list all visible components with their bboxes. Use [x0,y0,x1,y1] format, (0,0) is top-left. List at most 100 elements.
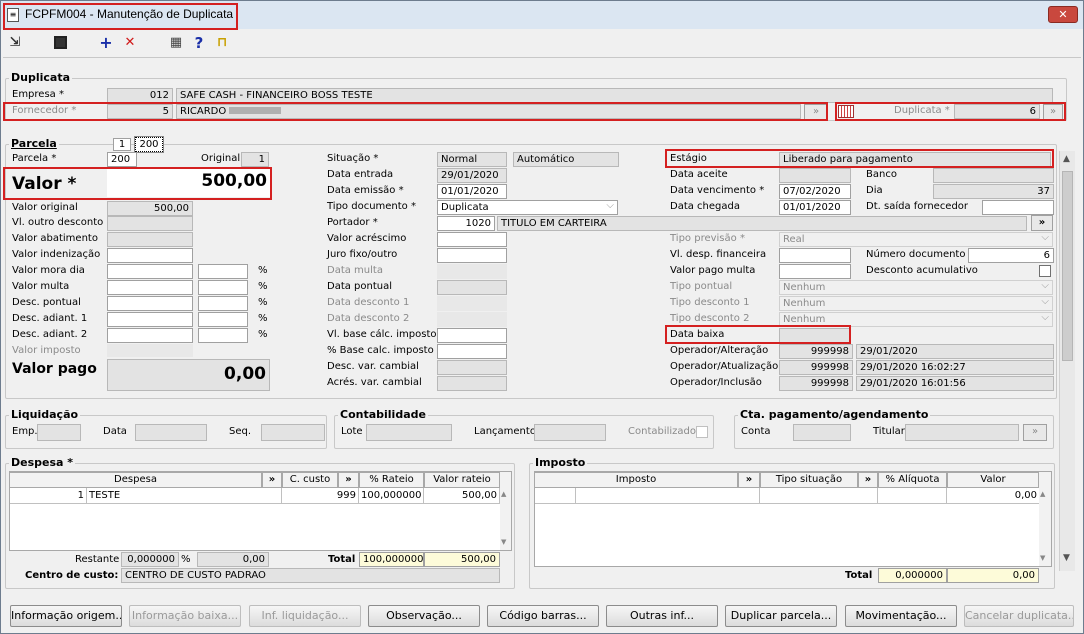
dt-saida-field[interactable] [982,200,1054,215]
inf-liquidacao-button[interactable]: Inf. liquidação... [249,605,361,627]
exit-icon[interactable]: ⇲ [7,35,23,51]
imposto-header-lookup1[interactable]: » [738,472,760,488]
informacao-baixa-button[interactable]: Informação baixa... [129,605,241,627]
imposto-scrollbar[interactable]: ▲ ▼ [1039,472,1051,566]
despesa-header-despesa[interactable]: Despesa [9,472,262,488]
imposto-header-imposto[interactable]: Imposto [534,472,738,488]
parcela-field[interactable]: 200 [107,152,137,167]
titular-lookup-button[interactable]: » [1023,424,1047,441]
duplicata-lookup-button[interactable]: » [1043,104,1063,120]
titular-label: Titular [873,426,905,437]
help-icon[interactable]: ? [191,35,207,51]
empresa-code: 012 [107,88,173,103]
movimentacao-button[interactable]: Movimentação... [845,605,957,627]
valor-mora-dia-field[interactable] [107,264,193,279]
imposto-scroll-up-icon[interactable]: ▲ [1040,490,1045,498]
despesa-header-valor[interactable]: Valor rateio [424,472,500,488]
add-icon[interactable]: + [98,35,114,51]
valor-field[interactable]: 500,00 [107,169,270,197]
imposto-scroll-down-icon[interactable]: ▼ [1040,554,1045,562]
imposto-header-valor[interactable]: Valor [947,472,1039,488]
informacao-origem-button[interactable]: Informação origem... [10,605,122,627]
desc-pontual-field[interactable] [107,296,193,311]
numero-documento-field[interactable]: 6 [968,248,1054,263]
titular-field [905,424,1019,441]
parcela-tab-num[interactable]: 1 [113,138,131,151]
despesa-scrollbar[interactable]: ▲ ▼ [500,472,511,550]
juro-field[interactable] [437,248,507,263]
contabilizado-checkbox[interactable] [696,426,708,438]
despesa-header-lookup1[interactable]: » [262,472,282,488]
situacao-field: Normal [437,152,507,167]
tipo-desconto1-select[interactable]: Nenhum [779,296,1053,311]
parcela-scrollbar[interactable]: ▲ ▼ [1059,151,1075,571]
lancamento-field [534,424,606,441]
data-chegada-field[interactable]: 01/01/2020 [779,200,851,215]
tipo-desconto2-select[interactable]: Nenhum [779,312,1053,327]
valor-acrescimo-field[interactable] [437,232,507,247]
desc-pontual-pct-field[interactable] [198,296,248,311]
data-emissao-field[interactable]: 01/01/2020 [437,184,507,199]
desc-adiant2-pct-field[interactable] [198,328,248,343]
desc-var-label: Desc. var. cambial [327,361,419,372]
valor-pago-label: Valor pago [12,361,97,377]
despesa-header-ccusto[interactable]: C. custo [282,472,338,488]
scroll-thumb[interactable] [1062,171,1073,361]
despesa-title: Despesa * [9,456,76,470]
imposto-header-aliquota[interactable]: % Alíquota [878,472,947,488]
data-desconto1-field [437,296,507,311]
calculator-icon[interactable]: ▦ [168,35,184,51]
parcela-tab-value[interactable]: 200 [134,136,164,153]
valor-indenizacao-field[interactable] [107,248,193,263]
cancelar-duplicata-button[interactable]: Cancelar duplicata... [964,605,1074,627]
data-pontual-label: Data pontual [327,281,393,292]
tipo-documento-select[interactable]: Duplicata [437,200,618,215]
scroll-up-icon[interactable]: ▲ [1063,154,1070,164]
scroll-down-icon[interactable]: ▼ [1063,553,1070,563]
imposto-header-lookup2[interactable]: » [858,472,878,488]
outras-inf-button[interactable]: Outras inf... [606,605,718,627]
pct-base-field[interactable] [437,344,507,359]
portador-lookup-button[interactable]: » [1031,215,1053,231]
tipo-previsao-select[interactable]: Real [779,232,1053,247]
vl-desp-fin-field[interactable] [779,248,851,263]
portador-code-field[interactable]: 1020 [437,216,495,231]
desc-adiant1-pct-field[interactable] [198,312,248,327]
valor-imposto-field [107,344,193,357]
valor-multa-label: Valor multa [12,281,70,292]
despesa-header-lookup2[interactable]: » [338,472,359,488]
codigo-barras-button[interactable]: Código barras... [487,605,599,627]
data-vencimento-field[interactable]: 07/02/2020 [779,184,851,199]
despesa-row[interactable]: 1 TESTE 999 100,000000 500,00 [10,488,500,504]
valor-original-label: Valor original [12,202,78,213]
tipo-pontual-select[interactable]: Nenhum [779,280,1053,295]
tipo-desconto2-label: Tipo desconto 2 [670,313,750,324]
close-button[interactable]: ✕ [1048,6,1078,23]
desc-adiant1-field[interactable] [107,312,193,327]
delete-icon[interactable]: ✕ [122,35,138,51]
desconto-acumulativo-checkbox[interactable] [1039,265,1051,277]
op-alt-label: Operador/Alteração [670,345,769,356]
lote-field [366,424,452,441]
imposto-row[interactable]: 0,00 [535,488,1039,504]
imposto-header-tipo[interactable]: Tipo situação [760,472,858,488]
fornecedor-lookup-button[interactable]: » [804,104,828,120]
valor-multa-field[interactable] [107,280,193,295]
despesa-row-valor: 500,00 [424,488,500,504]
valor-pago-multa-field[interactable] [779,264,851,279]
despesa-scroll-down-icon[interactable]: ▼ [501,538,506,546]
save-icon[interactable] [53,35,69,51]
vl-base-field[interactable] [437,328,507,343]
pct-pontual: % [258,297,268,308]
desc-adiant2-field[interactable] [107,328,193,343]
despesa-scroll-up-icon[interactable]: ▲ [501,490,506,498]
despesa-header-rateio[interactable]: % Rateio [359,472,424,488]
desc-pontual-label: Desc. pontual [12,297,81,308]
valor-multa-pct-field[interactable] [198,280,248,295]
observacao-button[interactable]: Observação... [368,605,480,627]
duplicar-parcela-button[interactable]: Duplicar parcela... [725,605,837,627]
valor-mora-dia-pct-field[interactable] [198,264,248,279]
calendar-icon[interactable] [838,105,854,118]
title-bar: ≡ FCPFM004 - Manutenção de Duplicata ✕ [1,1,1083,29]
door-icon[interactable]: ⊓ [214,35,230,51]
